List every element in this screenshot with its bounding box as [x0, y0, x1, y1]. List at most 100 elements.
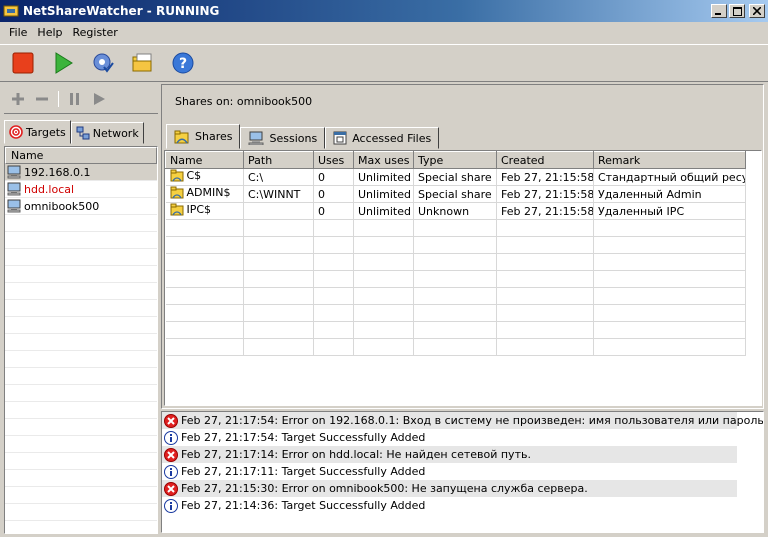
log-entry: Feb 27, 21:17:11: Target Successfully Ad… [162, 463, 763, 480]
empty-row [5, 504, 157, 521]
empty-cell [165, 304, 244, 322]
column-header[interactable]: Name [165, 151, 244, 169]
computer-icon [248, 131, 264, 145]
start-button[interactable] [50, 50, 76, 76]
empty-cell [165, 253, 244, 271]
menu-help[interactable]: Help [32, 26, 67, 39]
column-header[interactable]: Type [413, 151, 497, 169]
table-row[interactable]: ADMIN$ C:\WINNT 0 Unlimited Special share Feb… [165, 185, 746, 203]
target-row[interactable]: hdd.local [5, 181, 157, 198]
empty-cell [313, 219, 354, 237]
share-name: IPC$ [186, 203, 212, 216]
title-bar: NetShareWatcher - RUNNING [0, 0, 768, 22]
error-icon [164, 447, 178, 462]
help-icon: ? [172, 52, 194, 74]
open-button[interactable] [130, 50, 156, 76]
empty-cell [165, 338, 244, 356]
log-entry: Feb 27, 21:17:54: Error on 192.168.0.1: … [162, 412, 763, 429]
column-header[interactable]: Created [496, 151, 594, 169]
table-cell: Стандартный общий ресурс [593, 168, 746, 186]
help-button[interactable]: ? [170, 50, 196, 76]
empty-cell [413, 253, 497, 271]
empty-row [165, 338, 746, 356]
column-header[interactable]: Max uses [353, 151, 414, 169]
log-entry: Feb 27, 21:17:14: Error on hdd.local: Не… [162, 446, 737, 463]
empty-cell [165, 219, 244, 237]
log-entry: Feb 27, 21:14:36: Target Successfully Ad… [162, 497, 763, 514]
empty-cell [243, 338, 314, 356]
empty-cell [593, 338, 746, 356]
empty-cell [313, 236, 354, 254]
empty-cell [165, 321, 244, 339]
empty-cell [243, 219, 314, 237]
plus-icon [12, 92, 24, 105]
target-icon [9, 125, 23, 139]
app-icon [3, 5, 19, 17]
table-cell: IPC$ [165, 202, 244, 220]
tab-network[interactable]: Network [70, 122, 144, 144]
tab-shares[interactable]: Shares [166, 124, 241, 149]
empty-cell [165, 287, 244, 305]
empty-cell [165, 236, 244, 254]
column-header[interactable]: Path [243, 151, 314, 169]
error-icon [164, 413, 178, 428]
resume-button[interactable] [89, 89, 109, 109]
empty-row [5, 402, 157, 419]
empty-cell [243, 321, 314, 339]
add-target-button[interactable] [8, 89, 28, 109]
empty-row [5, 215, 157, 232]
empty-row [165, 287, 746, 305]
stop-button[interactable] [10, 50, 36, 76]
empty-cell [413, 304, 497, 322]
settings-button[interactable] [90, 50, 116, 76]
pause-icon [70, 92, 79, 105]
empty-row [5, 436, 157, 453]
empty-cell [496, 304, 594, 322]
remove-target-button[interactable] [32, 89, 52, 109]
tab-accessed-files[interactable]: Accessed Files [325, 127, 440, 149]
empty-row [5, 368, 157, 385]
empty-row [5, 266, 157, 283]
column-header[interactable]: Remark [593, 151, 746, 169]
empty-cell [593, 287, 746, 305]
maximize-button[interactable] [729, 4, 745, 18]
table-cell: 0 [313, 202, 354, 220]
pause-button[interactable] [65, 89, 85, 109]
empty-row [5, 317, 157, 334]
table-row[interactable]: IPC$ 0 Unlimited Unknown Feb 27, 21:15:58 Уда… [165, 202, 746, 220]
empty-cell [353, 338, 414, 356]
empty-cell [313, 338, 354, 356]
computer-icon [7, 165, 21, 179]
table-cell: Удаленный Admin [593, 185, 746, 203]
tab-targets-label: Targets [26, 125, 66, 139]
table-cell: C:\WINNT [243, 185, 314, 203]
play-icon [94, 92, 105, 105]
table-cell: Special share [413, 168, 497, 186]
log-text: Feb 27, 21:17:54: Error on 192.168.0.1: … [181, 414, 764, 427]
empty-row [5, 487, 157, 504]
tab-sessions[interactable]: Sessions [240, 127, 326, 149]
minimize-button[interactable] [711, 4, 727, 18]
empty-cell [165, 270, 244, 288]
empty-cell [313, 304, 354, 322]
table-row[interactable]: C$ C:\ 0 Unlimited Special share Feb 27, 21:1… [165, 168, 746, 186]
menu-file[interactable]: File [4, 26, 32, 39]
table-cell: Unlimited [353, 202, 414, 220]
tab-targets[interactable]: Targets [4, 120, 71, 144]
log-text: Feb 27, 21:17:54: Target Successfully Ad… [181, 431, 426, 444]
close-button[interactable] [749, 4, 765, 18]
toolbar-separator [58, 90, 59, 107]
tab-shares-label: Shares [195, 130, 233, 143]
target-row[interactable]: 192.168.0.1 [5, 164, 157, 181]
table-cell: Unknown [413, 202, 497, 220]
empty-cell [593, 253, 746, 271]
empty-cell [243, 270, 314, 288]
column-header[interactable]: Uses [313, 151, 354, 169]
empty-cell [413, 287, 497, 305]
column-header-name[interactable]: Name [5, 147, 157, 164]
share-name: C$ [186, 169, 202, 182]
log-entry: Feb 27, 21:17:54: Target Successfully Ad… [162, 429, 763, 446]
target-row[interactable]: omnibook500 [5, 198, 157, 215]
targets-toolbar [4, 84, 158, 114]
menu-register[interactable]: Register [68, 26, 123, 39]
